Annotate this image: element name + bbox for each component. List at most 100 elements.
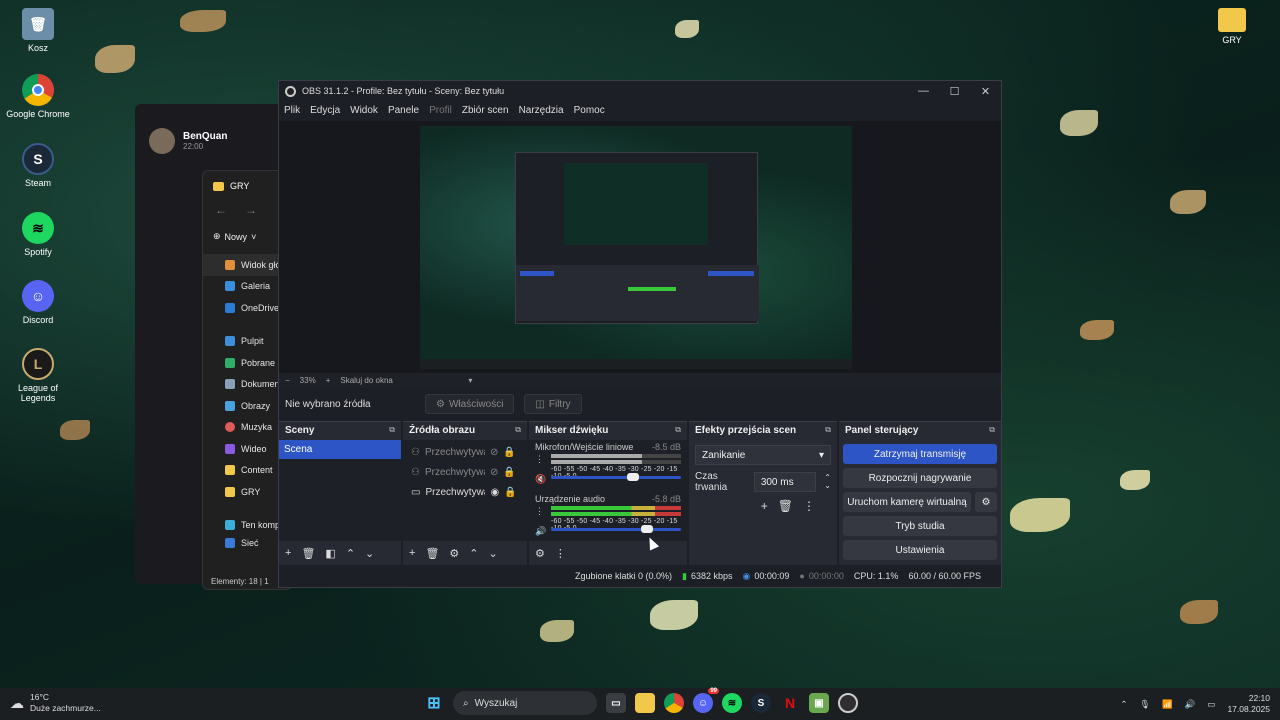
kebab-menu-icon[interactable]: ⋮: [555, 547, 566, 560]
dropdown-arrow-icon: ▾: [818, 449, 824, 461]
maximize-icon[interactable]: ☐: [939, 85, 970, 98]
undock-icon[interactable]: ⧉: [989, 425, 995, 435]
virtual-camera-settings-icon[interactable]: ⚙: [975, 492, 997, 512]
stop-stream-button[interactable]: Zatrzymaj transmisję: [843, 444, 997, 464]
add-icon[interactable]: +: [285, 547, 291, 559]
move-down-icon[interactable]: ⌄: [489, 547, 498, 560]
wallpaper-leaf: [1180, 600, 1218, 624]
scene-item[interactable]: Scena: [279, 440, 401, 459]
eye-icon[interactable]: ◉: [490, 487, 499, 498]
settings-button[interactable]: Ustawienia: [843, 540, 997, 560]
video-icon: [225, 443, 235, 454]
volume-slider[interactable]: [551, 525, 681, 533]
virtual-camera-button[interactable]: Uruchom kamerę wirtualną: [843, 492, 971, 512]
trash-icon[interactable]: 🗑: [778, 499, 793, 513]
folder-icon: [213, 181, 224, 191]
gear-icon[interactable]: ⚙: [449, 547, 459, 560]
start-recording-button[interactable]: Rozpocznij nagrywanie: [843, 468, 997, 488]
windows-start-icon[interactable]: ⊞: [424, 693, 444, 713]
netflix-icon[interactable]: N: [780, 693, 800, 713]
desktop-icon-recycle-bin[interactable]: 🗑 Kosz: [0, 8, 76, 53]
kebab-menu-icon[interactable]: ⋮: [803, 499, 815, 513]
channel-name: Urządzenie audio: [535, 494, 606, 504]
add-icon[interactable]: +: [409, 547, 415, 559]
undock-icon[interactable]: ⧉: [389, 425, 395, 435]
scale-mode-select[interactable]: Skaluj do okna ▾: [340, 376, 472, 385]
slider-knob[interactable]: [627, 473, 639, 481]
add-icon[interactable]: +: [761, 499, 768, 513]
taskbar-search[interactable]: ⌕ Wyszukaj: [453, 691, 597, 715]
weather-widget[interactable]: ☁ 16°C Duże zachmurze...: [10, 692, 101, 714]
desktop-icon-gry-folder[interactable]: GRY: [1194, 8, 1270, 45]
steam-icon[interactable]: S: [751, 693, 771, 713]
wallpaper-leaf: [1010, 498, 1070, 532]
avatar[interactable]: [149, 128, 175, 154]
menu-panele[interactable]: Panele: [388, 105, 419, 116]
menu-widok[interactable]: Widok: [350, 105, 378, 116]
undock-icon[interactable]: ⧉: [825, 425, 831, 435]
lock-icon[interactable]: 🔒: [503, 467, 515, 478]
undock-icon[interactable]: ⧉: [675, 425, 681, 435]
wifi-icon[interactable]: 📶: [1162, 699, 1173, 710]
minimize-icon[interactable]: —: [908, 85, 939, 98]
close-icon[interactable]: ✕: [970, 85, 1001, 98]
spotify-icon[interactable]: ≋: [722, 693, 742, 713]
obs-icon[interactable]: [838, 693, 858, 713]
chrome-icon[interactable]: [664, 693, 684, 713]
advanced-audio-icon[interactable]: ⚙: [535, 547, 545, 560]
obs-window[interactable]: OBS 31.1.2 - Profile: Bez tytułu - Sceny…: [278, 80, 1002, 588]
discord-icon[interactable]: ☺ 99: [693, 688, 719, 713]
volume-icon[interactable]: 🔊: [1185, 699, 1196, 710]
battery-icon[interactable]: ▭: [1207, 699, 1215, 710]
source-item[interactable]: ⚇Przechwytywar⊘🔒: [403, 442, 527, 462]
menu-narzedzia[interactable]: Narzędzia: [519, 105, 564, 116]
move-up-icon[interactable]: ⌃: [346, 547, 355, 560]
transition-select[interactable]: Zanikanie ▾: [695, 445, 831, 465]
wallpaper-leaf: [60, 420, 90, 440]
menu-pomoc[interactable]: Pomoc: [574, 105, 605, 116]
preview-area[interactable]: [279, 121, 1001, 373]
task-view-icon[interactable]: ▭: [606, 693, 626, 713]
undock-icon[interactable]: ⧉: [515, 425, 521, 435]
lock-icon[interactable]: 🔒: [504, 487, 516, 498]
trash-icon[interactable]: 🗑: [425, 547, 439, 560]
muted-speaker-icon[interactable]: 🔇: [535, 474, 546, 485]
properties-button[interactable]: ⚙ Właściwości: [425, 394, 515, 414]
volume-slider[interactable]: [551, 473, 681, 481]
slider-knob[interactable]: [641, 525, 653, 533]
chevron-up-icon[interactable]: ⌃: [1120, 699, 1127, 710]
duration-stepper[interactable]: ⌃ ⌄: [824, 474, 831, 490]
desktop-icon-discord[interactable]: ☺ Discord: [0, 280, 76, 325]
lock-icon[interactable]: 🔒: [503, 447, 515, 458]
menu-zbior-scen[interactable]: Zbiór scen: [462, 105, 509, 116]
minecraft-icon[interactable]: ▣: [809, 693, 829, 713]
file-explorer-icon[interactable]: [635, 693, 655, 713]
trash-icon[interactable]: 🗑: [301, 547, 315, 560]
move-up-icon[interactable]: ⌃: [469, 547, 478, 560]
menu-profil[interactable]: Profil: [429, 105, 452, 116]
filters-button[interactable]: ◫ Filtry: [524, 394, 582, 414]
zoom-in-icon[interactable]: +: [326, 376, 331, 385]
duration-input[interactable]: 300 ms: [753, 472, 817, 492]
move-down-icon[interactable]: ⌄: [365, 547, 374, 560]
zoom-out-icon[interactable]: −: [285, 376, 290, 385]
preview-canvas[interactable]: [420, 126, 852, 369]
source-item[interactable]: ▭Przechwytywar◉🔒: [403, 482, 527, 502]
kebab-menu-icon[interactable]: ⋮: [535, 454, 544, 465]
eye-off-icon[interactable]: ⊘: [490, 467, 498, 478]
menu-edycja[interactable]: Edycja: [310, 105, 340, 116]
desktop-icon-steam[interactable]: S Steam: [0, 143, 76, 188]
desktop-icon-chrome[interactable]: Google Chrome: [0, 74, 76, 119]
clock[interactable]: 22:10 17.08.2025: [1227, 693, 1270, 715]
desktop-icon-spotify[interactable]: ≋ Spotify: [0, 212, 76, 257]
obs-titlebar[interactable]: OBS 31.1.2 - Profile: Bez tytułu - Sceny…: [279, 81, 1001, 101]
eye-off-icon[interactable]: ⊘: [490, 447, 498, 458]
scene-filter-icon[interactable]: ◧: [325, 547, 335, 560]
kebab-menu-icon[interactable]: ⋮: [535, 506, 544, 517]
menu-plik[interactable]: Plik: [284, 105, 300, 116]
desktop-icon-league[interactable]: L League of Legends: [0, 348, 76, 403]
microphone-icon[interactable]: 🎙: [1139, 699, 1150, 710]
source-item[interactable]: ⚇Przechwytywar⊘🔒: [403, 462, 527, 482]
studio-mode-button[interactable]: Tryb studia: [843, 516, 997, 536]
speaker-icon[interactable]: 🔊: [535, 526, 546, 537]
